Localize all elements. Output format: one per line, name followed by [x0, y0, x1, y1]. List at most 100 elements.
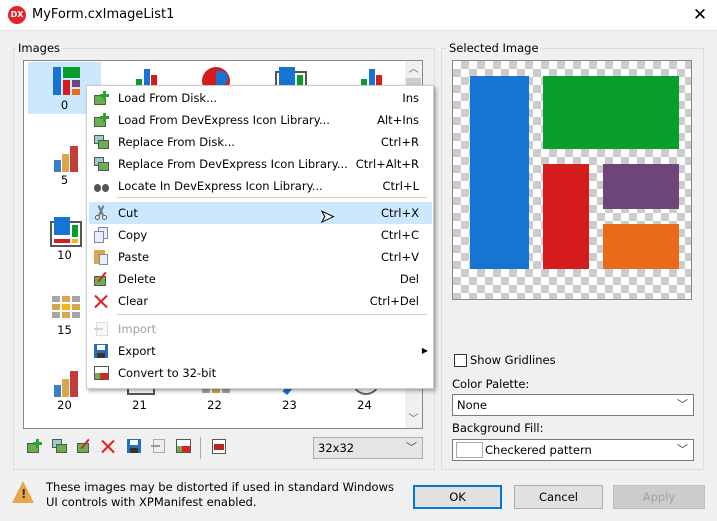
replace-image-icon	[93, 156, 109, 172]
menu-separator	[117, 314, 427, 315]
menu-item-shortcut: Alt+Ins	[377, 113, 419, 127]
image-index-label: 23	[282, 398, 297, 412]
preview-orange-block	[603, 224, 679, 269]
menu-item-replace-from-disk[interactable]: Replace From Disk... Ctrl+R	[89, 131, 432, 153]
menu-item-shortcut: Ctrl+R	[380, 135, 419, 149]
delete-image-button[interactable]	[76, 438, 94, 456]
cancel-button[interactable]: Cancel	[514, 485, 603, 509]
menu-item-paste[interactable]: Paste Ctrl+V	[89, 246, 432, 268]
image-editor-button[interactable]	[210, 438, 228, 456]
show-gridlines-label: Show Gridlines	[470, 353, 556, 367]
convert-32-button[interactable]	[175, 438, 193, 456]
menu-item-label: Delete	[118, 272, 156, 286]
menu-item-clear[interactable]: Clear Ctrl+Del	[89, 290, 432, 312]
submenu-arrow-icon: ▶	[421, 346, 428, 355]
menu-item-import[interactable]: Import	[89, 318, 432, 340]
preview-green-block	[543, 76, 679, 149]
import-button[interactable]	[150, 438, 168, 456]
devexpress-logo-icon: DX	[8, 6, 26, 24]
menu-item-delete[interactable]: Delete Del	[89, 268, 432, 290]
scissors-icon	[93, 205, 109, 221]
image-index-label: 22	[207, 398, 222, 412]
add-image-button[interactable]	[26, 438, 44, 456]
menu-item-cut[interactable]: Cut Ctrl+X	[89, 202, 432, 224]
ok-button[interactable]: OK	[413, 485, 502, 509]
menu-item-replace-from-devexpress-icon-library[interactable]: Replace From DevExpress Icon Library... C…	[89, 153, 432, 175]
replace-image-icon	[93, 134, 109, 150]
chevron-down-icon: ﹀	[406, 441, 417, 454]
paste-icon	[93, 249, 109, 265]
image-index-label: 24	[357, 398, 372, 412]
menu-item-load-from-devexpress-icon-library[interactable]: Load From DevExpress Icon Library... Alt+…	[89, 109, 432, 131]
menu-item-load-from-disk[interactable]: Load From Disk... Ins	[89, 87, 432, 109]
menu-item-shortcut: Del	[399, 272, 419, 286]
menu-item-label: Paste	[118, 250, 150, 264]
binoculars-icon	[93, 178, 109, 194]
menu-item-shortcut: Ctrl+V	[381, 250, 419, 264]
color-palette-value: None	[457, 398, 488, 412]
menu-item-label: Clear	[118, 294, 149, 308]
close-button[interactable]: ✕	[688, 4, 712, 26]
menu-item-export[interactable]: Export ▶	[89, 340, 432, 362]
background-fill-label: Background Fill:	[452, 421, 544, 435]
copy-icon	[93, 227, 109, 243]
background-fill-value: Checkered pattern	[485, 443, 592, 457]
menu-item-shortcut: Ctrl+Alt+R	[355, 157, 419, 171]
dashboard-icon	[50, 215, 82, 247]
bar-chart-3d-icon	[50, 365, 82, 397]
add-image-icon	[93, 90, 109, 106]
menu-item-label: Convert to 32-bit	[118, 366, 217, 380]
menu-item-label: Import	[118, 322, 157, 336]
replace-image-button[interactable]	[51, 438, 69, 456]
menu-item-label: Load From Disk...	[118, 91, 218, 105]
color-palette-combo[interactable]: None ﹀	[452, 394, 694, 416]
menu-item-label: Export	[118, 344, 156, 358]
selected-image-label: Selected Image	[447, 41, 541, 55]
images-group-label: Images	[16, 41, 63, 55]
toolbar-separator	[200, 437, 201, 459]
save-button[interactable]	[126, 438, 144, 456]
clear-button[interactable]	[100, 438, 118, 456]
window-title: MyForm.cxImageList1	[32, 7, 175, 22]
context-menu: Load From Disk... Ins Load From DevExpress…	[86, 85, 434, 389]
scroll-down-button[interactable]: ﹀	[405, 411, 422, 428]
selected-image-preview	[452, 60, 692, 300]
image-size-value: 32x32	[318, 441, 355, 455]
preview-purple-block	[603, 164, 679, 209]
menu-item-shortcut: Ctrl+X	[381, 206, 419, 220]
menu-item-shortcut: Ins	[402, 91, 419, 105]
bar-chart-3d-icon	[50, 140, 82, 172]
menu-item-label: Locate In DevExpress Icon Library...	[118, 179, 323, 193]
menu-item-copy[interactable]: Copy Ctrl+C	[89, 224, 432, 246]
preview-blue-block	[470, 76, 529, 269]
scroll-up-button[interactable]: ︿	[405, 61, 422, 78]
menu-item-convert-to-32-bit[interactable]: Convert to 32-bit	[89, 362, 432, 384]
delete-image-icon	[93, 271, 109, 287]
chevron-down-icon: ﹀	[677, 443, 688, 456]
mouse-cursor-icon: ➤	[319, 207, 335, 228]
fill-swatch	[456, 442, 483, 458]
import-icon	[93, 321, 109, 337]
menu-item-label: Replace From Disk...	[118, 135, 235, 149]
save-icon	[93, 343, 109, 359]
show-gridlines-checkbox[interactable]	[454, 354, 467, 367]
menu-item-shortcut: Ctrl+C	[380, 228, 419, 242]
background-fill-combo[interactable]: Checkered pattern ﹀	[452, 439, 694, 461]
clear-icon	[93, 293, 109, 309]
menu-item-label: Cut	[118, 206, 138, 220]
menu-item-locate-in-devexpress-icon-library[interactable]: Locate In DevExpress Icon Library... Ctrl…	[89, 175, 432, 197]
chevron-down-icon: ﹀	[677, 398, 688, 411]
image-size-combo[interactable]: 32x32 ﹀	[313, 437, 423, 459]
grid-icon	[50, 290, 82, 322]
add-image-icon	[93, 112, 109, 128]
menu-item-shortcut: Ctrl+L	[382, 179, 419, 193]
menu-separator	[117, 197, 427, 198]
layout-icon	[50, 65, 82, 97]
convert-32-icon	[93, 365, 109, 381]
warning-text: These images may be distorted if used in…	[46, 480, 394, 509]
title-bar: DX MyForm.cxImageList1 ✕	[0, 0, 717, 31]
color-palette-label: Color Palette:	[452, 377, 530, 391]
apply-button[interactable]: Apply	[613, 485, 705, 509]
menu-item-label: Replace From DevExpress Icon Library...	[118, 157, 348, 171]
image-index-label: 20	[57, 398, 72, 412]
